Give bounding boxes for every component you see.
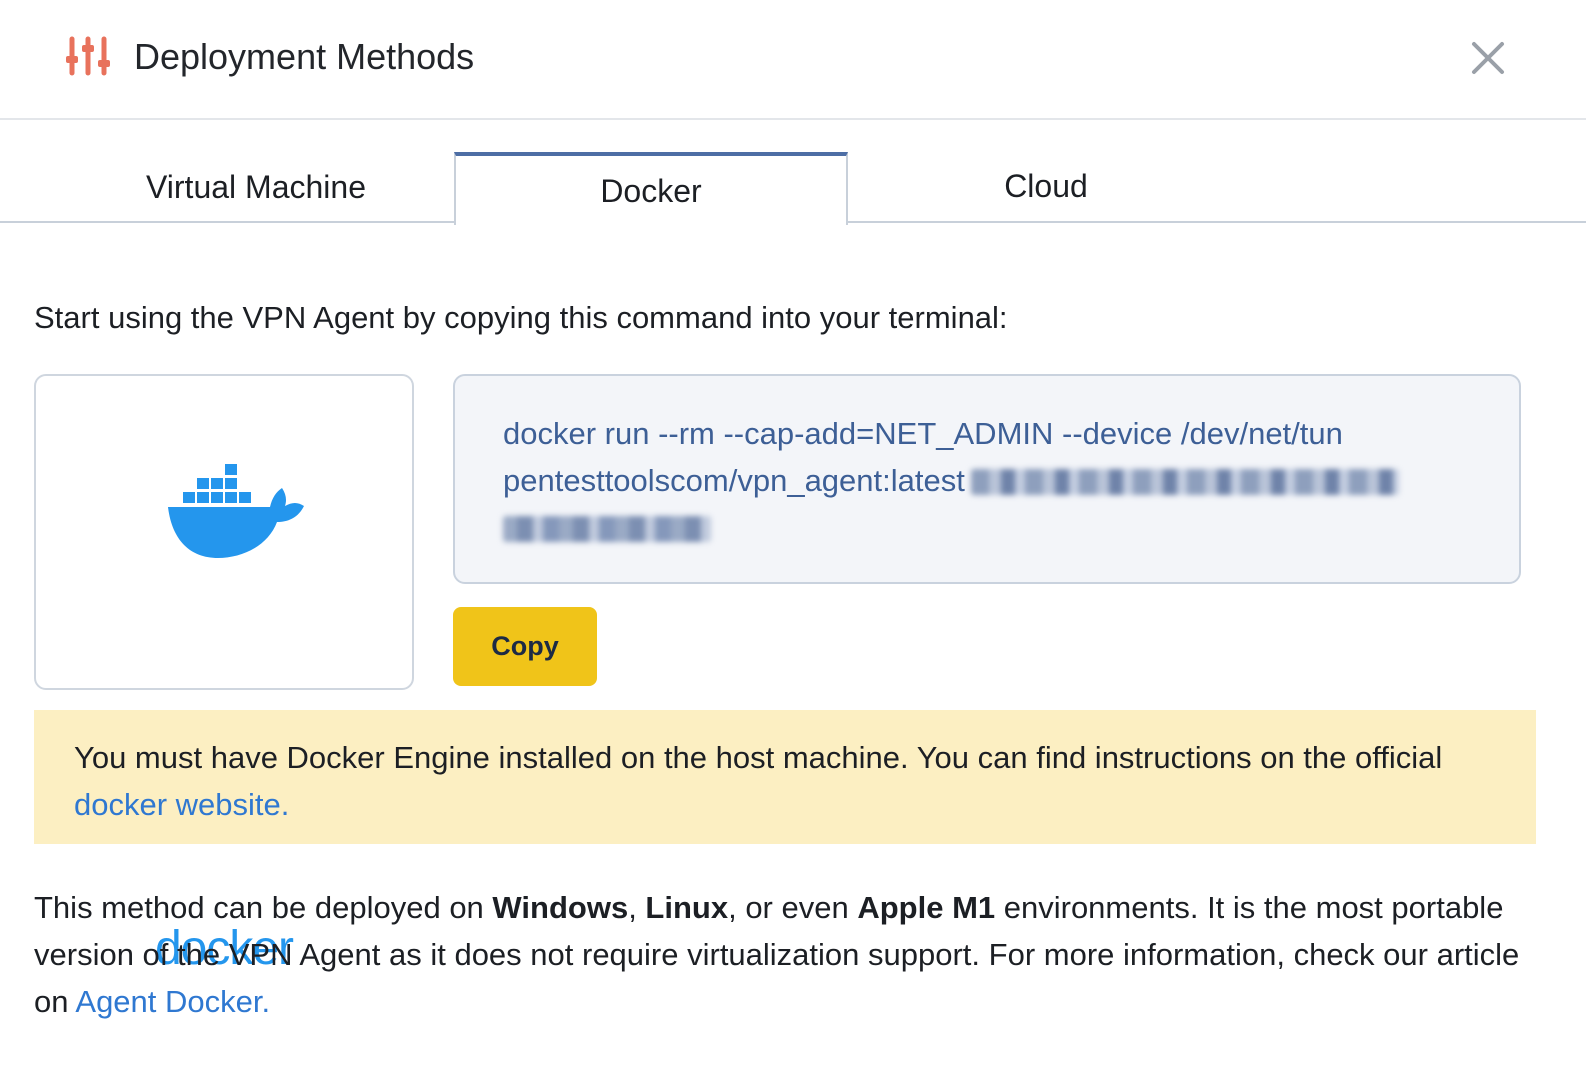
copy-button[interactable]: Copy — [453, 607, 597, 686]
modal-header: Deployment Methods — [0, 0, 1586, 120]
tab-docker[interactable]: Docker — [454, 152, 848, 225]
deployment-tabs: Virtual Machine Docker Cloud — [0, 150, 1586, 225]
desc-text: , or even — [728, 890, 858, 925]
desc-bold-apple-m1: Apple M1 — [857, 890, 996, 925]
intro-text: Start using the VPN Agent by copying thi… — [34, 300, 1008, 335]
agent-docker-link[interactable]: Agent Docker. — [75, 984, 270, 1019]
desc-text: , — [628, 890, 646, 925]
command-line-2: pentesttoolscom/vpn_agent:latest — [503, 457, 1471, 504]
sliders-icon — [64, 36, 112, 76]
command-box[interactable]: docker run --rm --cap-add=NET_ADMIN --de… — [453, 374, 1521, 584]
command-line-1: docker run --rm --cap-add=NET_ADMIN --de… — [503, 416, 1343, 451]
command-image: pentesttoolscom/vpn_agent:latest — [503, 463, 965, 498]
notice-text: You must have Docker Engine installed on… — [74, 740, 1443, 775]
desc-text: This method can be deployed on — [34, 890, 493, 925]
docker-logo-card: docker — [34, 374, 414, 974]
tab-virtual-machine[interactable]: Virtual Machine — [60, 150, 452, 223]
redacted-token — [970, 469, 1399, 495]
docker-website-link[interactable]: docker website. — [74, 787, 289, 822]
close-icon[interactable] — [1466, 36, 1510, 80]
tab-cloud[interactable]: Cloud — [850, 150, 1242, 223]
redacted-token — [503, 516, 711, 542]
docker-logo-icon — [168, 464, 304, 558]
command-line-3 — [503, 504, 1471, 551]
modal-title: Deployment Methods — [134, 36, 475, 77]
desc-bold-windows: Windows — [492, 890, 629, 925]
docker-requirement-notice: You must have Docker Engine installed on… — [34, 710, 1536, 844]
method-description: This method can be deployed on Windows , … — [34, 884, 1554, 1025]
desc-bold-linux: Linux — [645, 890, 729, 925]
